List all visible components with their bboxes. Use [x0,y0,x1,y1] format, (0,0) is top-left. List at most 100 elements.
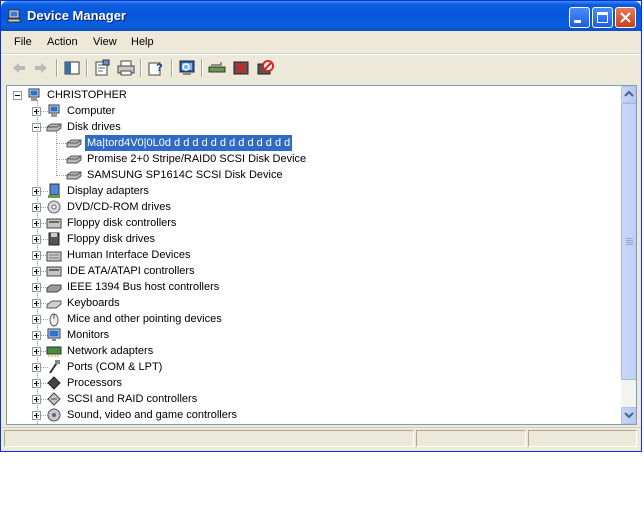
tree-item-label: Network adapters [67,345,154,357]
disk-drive-icon [66,139,82,148]
tree-item-label: SCSI and RAID controllers [67,393,198,405]
show-hide-console-tree-icon[interactable] [62,59,82,77]
tree-connector-vertical [37,100,38,424]
tree-item-label: IEEE 1394 Bus host controllers [67,281,220,293]
tree-item[interactable]: SCSI and RAID controllers [7,391,607,407]
tree-item-label: Display adapters [67,185,149,197]
menu-help[interactable]: Help [131,36,154,48]
tree-child-item[interactable]: SAMSUNG SP1614C SCSI Disk Device [7,167,607,183]
tree-item[interactable]: Network adapters [7,343,607,359]
tree-item[interactable]: Floppy disk drives [7,231,607,247]
tree-item-label: Keyboards [67,297,120,309]
uninstall-icon[interactable] [231,59,251,77]
close-button[interactable] [615,7,636,28]
menu-action[interactable]: Action [47,36,78,48]
minimize-button[interactable] [569,7,590,28]
menu-view[interactable]: View [93,36,117,48]
tree-item-label: Human Interface Devices [67,249,191,261]
update-driver-icon[interactable] [207,59,227,77]
tree-item-label: IDE ATA/ATAPI controllers [67,265,195,277]
tree-item[interactable]: Floppy disk controllers [7,215,607,231]
tree-item[interactable]: Disk drives [7,119,607,135]
tree-item[interactable]: IEEE 1394 Bus host controllers [7,279,607,295]
tree-item[interactable]: Mice and other pointing devices [7,311,607,327]
scroll-down-button[interactable] [621,407,636,424]
properties-icon[interactable] [92,59,112,77]
help-icon[interactable]: ? [146,59,166,77]
thumb-grip [626,238,633,239]
tree-item[interactable]: Computer [7,103,607,119]
tree-item-label: Floppy disk controllers [67,217,177,229]
tree-item-label: Sound, video and game controllers [67,409,237,421]
minimize-icon [574,20,581,23]
print-icon[interactable] [116,59,136,77]
tree-item[interactable]: Ports (COM & LPT) [7,359,607,375]
maximize-icon [597,12,608,23]
tree-child-item[interactable]: Ma|tord4V0|0L0d d d d d d d d d d d d d … [7,134,607,152]
floppy-controller-icon [46,218,62,229]
scsi-controller-icon [47,392,61,406]
tree-item-label: Monitors [67,329,110,341]
svg-text:?: ? [156,62,163,74]
forward-icon[interactable] [31,59,51,77]
close-icon [620,12,631,23]
ide-controller-icon [46,266,62,277]
toolbar: ? [1,54,641,82]
device-manager-icon [7,9,21,23]
tree-item[interactable]: Monitors [7,327,607,343]
tree-item[interactable]: Human Interface Devices [7,247,607,263]
chevron-up-icon [624,90,634,97]
device-manager-window: Device Manager File Action View Help ? C… [0,0,642,452]
computer-icon [28,88,40,101]
menu-file[interactable]: File [14,36,32,48]
device-tree[interactable]: CHRISTOPHER Computer Disk drives Ma|tord4V0… [6,85,637,425]
tree-view[interactable]: CHRISTOPHER Computer Disk drives Ma|tord4V0… [7,86,621,424]
network-adapter-icon [46,346,62,357]
tree-item-label: Computer [67,105,116,117]
tree-child-label: SAMSUNG SP1614C SCSI Disk Device [87,169,283,181]
ieee1394-icon [46,284,62,293]
tree-item-label: Processors [67,377,123,389]
scroll-up-button[interactable] [621,86,636,103]
floppy-drive-icon [48,232,60,246]
monitor-icon [47,328,61,341]
tree-connector-vertical [56,132,57,176]
dvd-drive-icon [47,200,61,214]
disk-drive-icon [46,123,62,132]
disk-drive-icon [66,155,82,164]
disable-icon[interactable] [255,59,275,77]
tree-child-item[interactable]: Promise 2+0 Stripe/RAID0 SCSI Disk Devic… [7,151,607,167]
toolbar-separator [201,59,203,77]
tree-item[interactable]: Processors [7,375,607,391]
display-adapter-icon [48,183,60,198]
scan-hardware-icon[interactable] [177,59,197,77]
vertical-scrollbar[interactable] [621,86,636,424]
tree-item[interactable]: IDE ATA/ATAPI controllers [7,263,607,279]
thumb-grip [626,244,633,245]
scroll-thumb[interactable] [621,103,636,380]
toolbar-separator [86,59,88,77]
tree-connector-horizontal [56,159,66,160]
status-pane [4,430,414,447]
tree-item[interactable]: Keyboards [7,295,607,311]
collapse-icon[interactable] [13,91,22,100]
tree-root-label: CHRISTOPHER [47,89,127,101]
mouse-icon [49,313,59,327]
hid-icon [46,251,62,262]
processor-icon [47,376,61,390]
chevron-down-icon [624,412,634,419]
tree-item[interactable]: Display adapters [7,183,607,199]
port-icon [49,360,60,374]
tree-connector-horizontal [56,175,66,176]
tree-connector-horizontal [56,143,66,144]
status-bar [1,427,641,450]
tree-item[interactable]: DVD/CD-ROM drives [7,199,607,215]
toolbar-separator [140,59,142,77]
tree-item[interactable]: Sound, video and game controllers [7,407,607,423]
title-bar[interactable]: Device Manager [1,1,641,31]
back-icon[interactable] [9,59,29,77]
disk-drive-icon [66,171,82,180]
maximize-button[interactable] [592,7,613,28]
tree-item-label: Mice and other pointing devices [67,313,222,325]
tree-root[interactable]: CHRISTOPHER [7,87,607,103]
